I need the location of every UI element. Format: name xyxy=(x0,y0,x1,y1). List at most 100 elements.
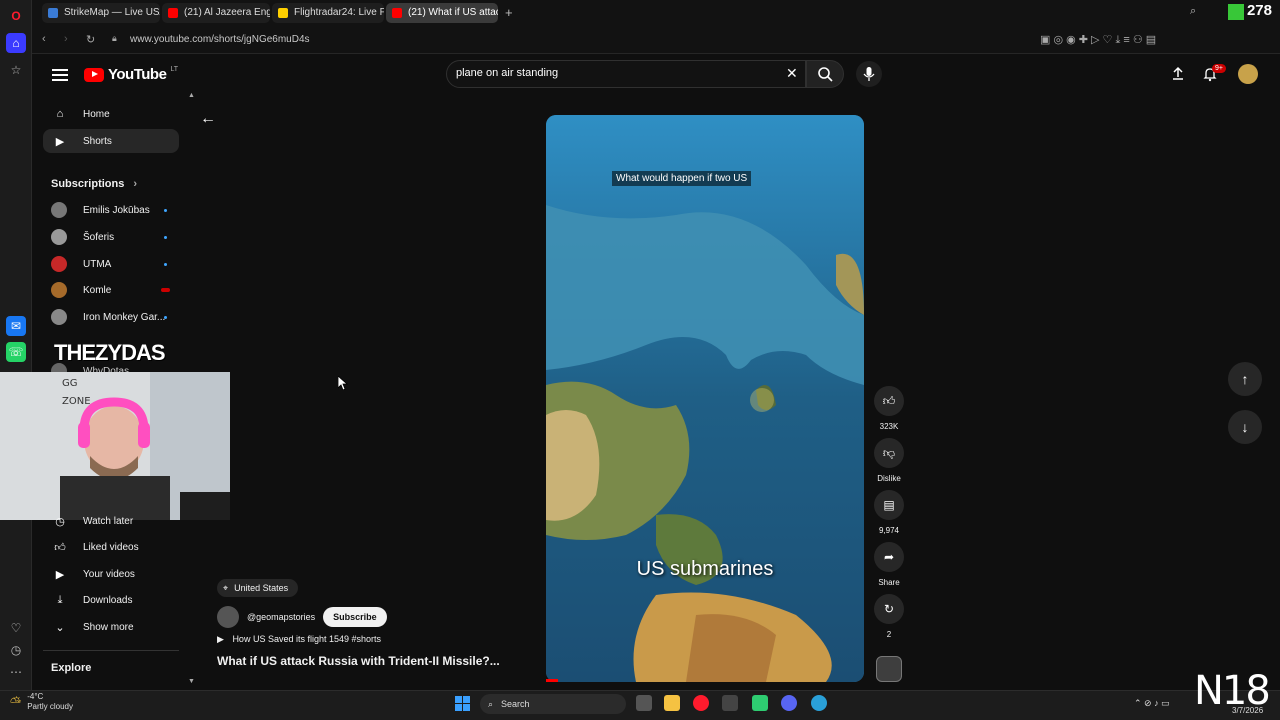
dislike-action[interactable]: 👎︎ Dislike xyxy=(874,438,904,483)
search-button[interactable] xyxy=(806,60,844,88)
tray-icons[interactable]: ⌃ ⊘ ♪ ▭ xyxy=(1134,698,1170,709)
comment-count: 9,974 xyxy=(878,526,900,535)
app-icon[interactable] xyxy=(752,695,768,711)
sidebar-scroll-down-icon[interactable]: ▼ xyxy=(188,678,195,685)
voice-search-button[interactable] xyxy=(856,61,882,87)
task-view-icon[interactable] xyxy=(636,695,652,711)
arrow-down-icon: ↓ xyxy=(1241,419,1249,435)
comment-icon[interactable]: ▤ xyxy=(874,490,904,520)
short-video-player[interactable] xyxy=(546,115,864,682)
extension-icons[interactable]: ▣ ◎ ◉ ✚ ▷ ♡ ⤓ ≡ ⚇ ▤ xyxy=(1040,33,1156,47)
reload-icon[interactable]: ↻ xyxy=(86,33,95,46)
tab-flightradar[interactable]: Flightradar24: Live Flight xyxy=(272,3,384,23)
subscription-item[interactable]: Komle xyxy=(51,280,111,300)
url-field[interactable]: www.youtube.com/shorts/jgNGe6muD4s xyxy=(130,34,310,45)
tab-youtube-short[interactable]: (21) What if US attack xyxy=(386,3,498,23)
subscription-item[interactable]: Iron Monkey Gar... xyxy=(51,307,165,327)
discord-icon[interactable] xyxy=(781,695,797,711)
video-progress-bar[interactable] xyxy=(546,679,558,682)
tab-label: (21) What if US attack xyxy=(408,7,498,18)
sidebar-item-watch-later[interactable]: ◷ Watch later xyxy=(43,509,179,533)
new-content-dot xyxy=(164,236,167,239)
whatsapp-icon[interactable]: ☏ xyxy=(6,342,26,362)
taskbar-search[interactable]: ⌕ Search xyxy=(480,694,626,714)
new-content-dot xyxy=(164,263,167,266)
subscription-item[interactable]: UTMA xyxy=(51,254,111,274)
upload-icon[interactable] xyxy=(1170,66,1186,82)
telegram-icon[interactable] xyxy=(811,695,827,711)
subscription-item[interactable]: Emilis Jokūbas xyxy=(51,200,150,220)
video-top-caption: What would happen if two US xyxy=(612,171,752,186)
tab-aljazeera[interactable]: (21) Al Jazeera Eng xyxy=(162,3,270,23)
sidebar-item-liked-videos[interactable]: 👍︎ Liked videos xyxy=(43,535,179,559)
download-icon: ⤓ xyxy=(57,593,63,606)
system-clock[interactable]: 3/7/2026 xyxy=(1232,696,1263,715)
channel-avatar xyxy=(51,229,67,245)
opera-logo-icon[interactable]: O xyxy=(6,6,26,26)
subscription-name: Iron Monkey Gar... xyxy=(83,311,166,323)
search-input[interactable]: plane on air standing xyxy=(456,67,558,79)
subscribe-button[interactable]: Subscribe xyxy=(323,607,387,627)
thumbs-down-icon[interactable]: 👎︎ xyxy=(874,438,904,468)
comments-action[interactable]: ▤ 9,974 xyxy=(874,490,904,535)
heart-icon[interactable]: ♡ xyxy=(6,618,26,638)
subscriptions-heading[interactable]: Subscriptions › xyxy=(51,178,137,190)
search-icon xyxy=(818,67,833,82)
sidebar-item-shorts[interactable]: ▶ Shorts xyxy=(43,129,179,153)
sidebar-item-home[interactable]: ⌂ Home xyxy=(43,102,179,126)
workspace-icon[interactable]: ⌂ xyxy=(6,33,26,53)
like-action[interactable]: 👍︎ 323K xyxy=(874,386,904,431)
new-tab-button[interactable]: + xyxy=(505,5,513,20)
pinboard-icon[interactable]: ☆ xyxy=(6,60,26,80)
app-icon[interactable] xyxy=(722,695,738,711)
tab-strip: StrikeMap — Live US/Israe (21) Al Jazeer… xyxy=(32,0,1280,26)
history-icon[interactable]: ◷ xyxy=(6,640,26,660)
clear-search-icon[interactable]: ✕ xyxy=(786,65,798,82)
messenger-icon[interactable]: ✉ xyxy=(6,316,26,336)
share-action[interactable]: ➦ Share xyxy=(874,542,904,587)
weather-widget[interactable]: ⛅︎ -4°C Partly cloudy xyxy=(10,692,73,712)
location-pin-icon: ⌖ xyxy=(223,582,229,593)
related-video-link[interactable]: ▶ How US Saved its flight 1549 #shorts xyxy=(217,634,381,645)
opera-taskbar-icon[interactable] xyxy=(693,695,709,711)
svg-text:ZONE: ZONE xyxy=(62,396,91,407)
video-title[interactable]: What if US attack Russia with Trident-II… xyxy=(217,654,500,668)
back-arrow-icon[interactable]: ← xyxy=(200,110,216,128)
tab-counter: 278 xyxy=(1246,2,1272,19)
partly-cloudy-icon: ⛅︎ xyxy=(10,693,22,710)
channel-handle[interactable]: @geomapstories xyxy=(247,612,315,622)
lock-icon: 🔒︎ xyxy=(112,33,117,43)
streamer-webcam-image: GG ZONE xyxy=(0,372,230,520)
remix-icon[interactable]: ↻ xyxy=(874,594,904,624)
youtube-logo[interactable]: YouTube LT xyxy=(84,66,178,83)
next-short-button[interactable]: ↓ xyxy=(1228,410,1262,444)
previous-short-button[interactable]: ↑ xyxy=(1228,362,1262,396)
thumbs-up-icon[interactable]: 👍︎ xyxy=(874,386,904,416)
subscription-name: UTMA xyxy=(83,258,112,270)
sidebar-item-downloads[interactable]: ⤓ Downloads xyxy=(43,588,179,612)
remix-count: 2 xyxy=(886,630,892,639)
search-icon: ⌕ xyxy=(488,698,494,709)
file-explorer-icon[interactable] xyxy=(664,695,680,711)
tab-search-icon[interactable]: ⌕ xyxy=(1190,5,1196,18)
tab-strikemap[interactable]: StrikeMap — Live US/Israe xyxy=(42,3,160,23)
channel-avatar xyxy=(51,256,67,272)
location-chip[interactable]: ⌖ United States xyxy=(217,579,299,597)
channel-logo[interactable] xyxy=(217,606,239,628)
sidebar-scroll-up-icon[interactable]: ▲ xyxy=(188,92,195,99)
hamburger-menu-icon[interactable] xyxy=(52,66,68,82)
share-icon[interactable]: ➦ xyxy=(874,542,904,572)
sidebar-item-your-videos[interactable]: ▶ Your videos xyxy=(43,562,179,586)
weather-condition: Partly cloudy xyxy=(27,702,73,711)
forward-nav-icon[interactable]: › xyxy=(64,33,68,45)
remix-action[interactable]: ↻ 2 xyxy=(874,594,904,639)
account-avatar[interactable] xyxy=(1238,64,1258,84)
sidebar-item-show-more[interactable]: ⌄ Show more xyxy=(43,615,179,639)
channel-thumbnail[interactable] xyxy=(876,656,902,682)
subscription-item[interactable]: Šoferis xyxy=(51,227,114,247)
youtube-wordmark: YouTube xyxy=(108,66,167,83)
more-icon[interactable]: ⋯ xyxy=(6,662,26,682)
windows-start-icon[interactable] xyxy=(455,696,471,712)
back-nav-icon[interactable]: ‹ xyxy=(42,33,46,45)
temperature: -4°C xyxy=(27,692,44,701)
